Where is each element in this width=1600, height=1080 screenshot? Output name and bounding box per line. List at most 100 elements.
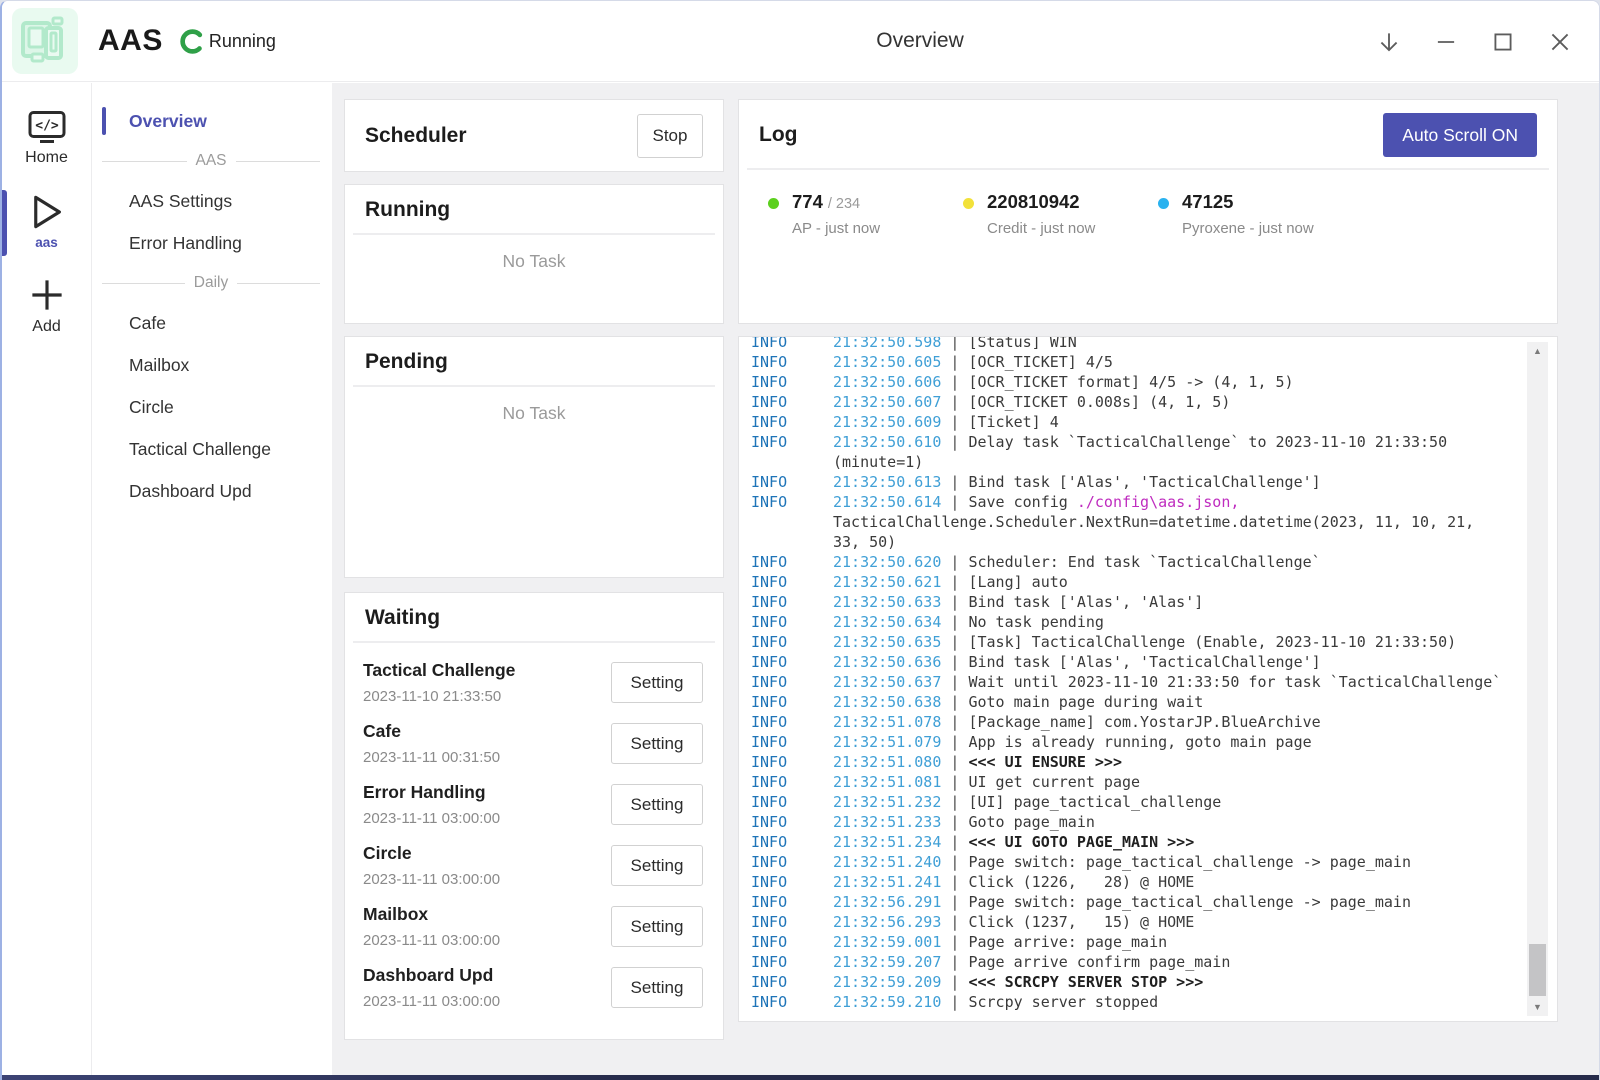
waiting-task-name: Dashboard Upd xyxy=(363,965,500,986)
hide-to-tray-button[interactable] xyxy=(1376,29,1402,55)
waiting-task-next-run: 2023-11-11 03:00:00 xyxy=(363,871,500,888)
log-path: ./config\aas.json, xyxy=(1077,493,1240,511)
setting-button[interactable]: Setting xyxy=(611,662,703,703)
log-text: [OCR_TICKET 0.008s] (4, 1, 5) xyxy=(968,393,1230,411)
log-text: Scrcpy server stopped xyxy=(968,993,1158,1011)
scroll-down-icon[interactable]: ▼ xyxy=(1527,998,1548,1016)
log-level: INFO xyxy=(751,952,833,972)
log-separator: | xyxy=(941,573,968,591)
log-text: Click (1237, 15) @ HOME xyxy=(968,913,1194,931)
log-separator: | xyxy=(941,553,968,571)
setting-button[interactable]: Setting xyxy=(611,967,703,1008)
log-text: <<< UI ENSURE >>> xyxy=(968,753,1122,771)
log-level: INFO xyxy=(751,752,833,772)
log-level: INFO xyxy=(751,572,833,592)
log-timestamp: 21:32:50.638 xyxy=(833,693,941,711)
log-separator: | xyxy=(941,773,968,791)
log-timestamp: 21:32:51.079 xyxy=(833,733,941,751)
log-timestamp: 21:32:56.291 xyxy=(833,893,941,911)
setting-button[interactable]: Setting xyxy=(611,784,703,825)
log-text: Page arrive confirm page_main xyxy=(968,953,1230,971)
log-separator: | xyxy=(941,893,968,911)
stat-pyroxene: 47125Pyroxene - just now xyxy=(1158,191,1353,237)
log-message: 21:32:50.606 | [OCR_TICKET format] 4/5 -… xyxy=(833,372,1505,392)
log-timestamp: 21:32:50.609 xyxy=(833,413,941,431)
log-text: [OCR_TICKET] 4/5 xyxy=(968,353,1113,371)
log-title: Log xyxy=(759,123,797,147)
log-timestamp: 21:32:56.293 xyxy=(833,913,941,931)
log-separator: | xyxy=(941,993,968,1011)
log-separator: | xyxy=(941,813,968,831)
log-entry: INFO21:32:51.081 | UI get current page xyxy=(751,772,1505,792)
nav-item-tactical-challenge[interactable]: Tactical Challenge xyxy=(92,428,332,470)
close-button[interactable] xyxy=(1547,29,1573,55)
nav-section-label: AAS xyxy=(196,152,227,170)
log-message: 21:32:51.241 | Click (1226, 28) @ HOME xyxy=(833,872,1505,892)
log-message: 21:32:59.209 | <<< SCRCPY SERVER STOP >>… xyxy=(833,972,1505,992)
log-entry: INFO21:32:56.293 | Click (1237, 15) @ HO… xyxy=(751,912,1505,932)
log-timestamp: 21:32:50.621 xyxy=(833,573,941,591)
maximize-icon xyxy=(1490,29,1516,55)
log-message: 21:32:50.638 | Goto main page during wai… xyxy=(833,692,1505,712)
log-text: Page arrive: page_main xyxy=(968,933,1167,951)
waiting-task-next-run: 2023-11-11 03:00:00 xyxy=(363,993,500,1010)
setting-button[interactable]: Setting xyxy=(611,723,703,764)
minimize-button[interactable] xyxy=(1433,29,1459,55)
log-entry: INFO21:32:51.240 | Page switch: page_tac… xyxy=(751,852,1505,872)
log-entry: INFO21:32:50.609 | [Ticket] 4 xyxy=(751,412,1505,432)
log-timestamp: 21:32:51.233 xyxy=(833,813,941,831)
stat-value: 774/ 234 xyxy=(792,191,880,213)
log-level: INFO xyxy=(751,872,833,892)
nav-item-dashboard-upd[interactable]: Dashboard Upd xyxy=(92,470,332,512)
waiting-task-text: Tactical Challenge2023-11-10 21:33:50 xyxy=(363,660,515,705)
log-level: INFO xyxy=(751,972,833,992)
log-level: INFO xyxy=(751,732,833,752)
waiting-task-text: Error Handling2023-11-11 03:00:00 xyxy=(363,782,500,827)
setting-button[interactable]: Setting xyxy=(611,845,703,886)
log-separator: | xyxy=(941,853,968,871)
log-timestamp: 21:32:50.636 xyxy=(833,653,941,671)
rail-item-home[interactable]: </> Home xyxy=(2,103,91,176)
stat-label: Pyroxene - just now xyxy=(1182,220,1314,237)
stop-button[interactable]: Stop xyxy=(637,114,703,158)
log-scrollbar[interactable]: ▲ ▼ xyxy=(1527,342,1548,1016)
log-level: INFO xyxy=(751,932,833,952)
log-level: INFO xyxy=(751,552,833,572)
nav-item-aas-settings[interactable]: AAS Settings xyxy=(92,180,332,222)
stat-label: AP - just now xyxy=(792,220,880,237)
log-message: 21:32:50.610 | Delay task `TacticalChall… xyxy=(833,432,1505,472)
nav-item-circle[interactable]: Circle xyxy=(92,386,332,428)
nav-section-divider-daily: Daily xyxy=(92,264,332,302)
rail-item-aas[interactable]: aas xyxy=(2,187,91,259)
log-timestamp: 21:32:51.081 xyxy=(833,773,941,791)
nav-item-overview[interactable]: Overview xyxy=(92,100,332,142)
log-entry: INFO21:32:50.637 | Wait until 2023-11-10… xyxy=(751,672,1505,692)
log-separator: | xyxy=(941,953,968,971)
window-bottom-edge xyxy=(2,1075,1599,1080)
divider-line xyxy=(102,283,185,284)
log-timestamp: 21:32:59.001 xyxy=(833,933,941,951)
nav-item-mailbox[interactable]: Mailbox xyxy=(92,344,332,386)
divider-line xyxy=(102,161,187,162)
scrollbar-thumb[interactable] xyxy=(1529,944,1546,996)
log-view[interactable]: INFO21:32:50.598 | [Status] WININFO21:32… xyxy=(738,336,1558,1022)
rail-item-label: aas xyxy=(35,235,58,250)
setting-button[interactable]: Setting xyxy=(611,906,703,947)
rail-item-add[interactable]: Add xyxy=(2,270,91,345)
nav-item-error-handling[interactable]: Error Handling xyxy=(92,222,332,264)
log-separator: | xyxy=(941,393,968,411)
log-timestamp: 21:32:50.605 xyxy=(833,353,941,371)
maximize-button[interactable] xyxy=(1490,29,1516,55)
scroll-up-icon[interactable]: ▲ xyxy=(1527,342,1548,360)
log-separator: | xyxy=(941,873,968,891)
svg-text:</>: </> xyxy=(35,119,59,134)
log-text: Page switch: page_tactical_challenge -> … xyxy=(968,853,1411,871)
auto-scroll-toggle[interactable]: Auto Scroll ON xyxy=(1383,113,1537,157)
log-level: INFO xyxy=(751,492,833,552)
log-message: 21:32:50.613 | Bind task ['Alas', 'Tacti… xyxy=(833,472,1505,492)
nav-item-cafe[interactable]: Cafe xyxy=(92,302,332,344)
log-entry: INFO21:32:51.080 | <<< UI ENSURE >>> xyxy=(751,752,1505,772)
running-card: Running No Task xyxy=(344,184,724,324)
rail-item-label: Add xyxy=(32,318,60,336)
stat-suffix: / 234 xyxy=(828,196,860,212)
